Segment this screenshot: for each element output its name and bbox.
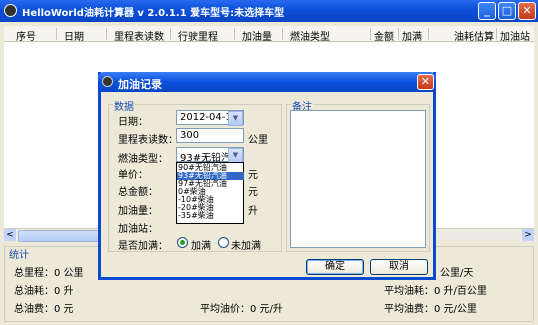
total-label: 总金额： [118, 187, 158, 198]
app-icon [4, 4, 17, 17]
minimize-button[interactable]: _ [478, 2, 496, 20]
avg-price: 平均油价：0 元/升 [200, 304, 283, 315]
chevron-down-icon[interactable]: ▼ [228, 111, 243, 126]
stats-title: 统计 [9, 250, 29, 261]
station-label: 加油站： [118, 224, 158, 235]
table-header: 序号 日期 里程表读数 行驶里程 加油量 燃油类型 金额 加满 油耗估算 加油站 [4, 26, 534, 43]
cancel-button[interactable]: 取消 [370, 259, 428, 275]
price-unit: 元 [248, 170, 258, 181]
col-fuel-type[interactable]: 燃油类型 [290, 28, 330, 43]
title-bar: HelloWorld油耗计算器 v 2.0.1.1 爱车型号:未选择车型 _ □… [0, 0, 538, 22]
date-label: 日期： [118, 117, 148, 128]
fuel-type-select[interactable]: 93#无铅汽油 ▼ [176, 147, 244, 164]
odometer-label: 里程表读数： [118, 135, 178, 146]
avg-cost: 平均油费：0 元/公里 [384, 304, 477, 315]
odometer-input[interactable]: 300 [176, 128, 244, 143]
col-distance[interactable]: 行驶里程 [178, 28, 218, 43]
fuel-type-label: 燃油类型： [118, 154, 168, 165]
dialog-title-bar: 加油记录 [98, 72, 436, 92]
fill-label: 是否加满： [118, 241, 168, 252]
dialog-close-button[interactable]: ✕ [417, 74, 434, 90]
maximize-button[interactable]: □ [498, 2, 516, 20]
dialog-icon [102, 76, 113, 87]
total-mileage: 总里程：0 公里 [14, 268, 84, 279]
col-volume[interactable]: 加油量 [242, 28, 272, 43]
fill-no-label[interactable]: 未加满 [231, 237, 261, 252]
scroll-left-icon[interactable]: < [4, 229, 16, 241]
col-estimate[interactable]: 油耗估算 [454, 28, 494, 43]
close-button[interactable]: ✕ [518, 2, 536, 20]
fill-yes-radio[interactable] [177, 237, 188, 248]
notes-textarea[interactable] [290, 110, 426, 248]
volume-unit: 升 [248, 206, 258, 217]
scroll-right-icon[interactable]: > [522, 229, 534, 241]
col-full[interactable]: 加满 [402, 28, 422, 43]
ok-button[interactable]: 确定 [306, 259, 364, 275]
fill-yes-label[interactable]: 加满 [191, 237, 211, 252]
chevron-down-icon[interactable]: ▼ [228, 148, 243, 163]
fuel-option[interactable]: -35#柴油 [177, 212, 244, 220]
date-picker[interactable]: 2012-04-16 ▼ [176, 110, 244, 126]
col-date[interactable]: 日期 [64, 28, 84, 43]
avg-consumption: 平均油耗：0 升/百公里 [384, 286, 487, 297]
volume-label: 加油量： [118, 206, 158, 217]
fuel-type-dropdown[interactable]: 90#无铅汽油 93#无铅汽油 97#无铅汽油 0#柴油 -10#柴油 -20#… [176, 162, 244, 224]
col-odometer[interactable]: 里程表读数 [114, 28, 164, 43]
total-cost: 总油费：0 元 [14, 304, 74, 315]
total-unit: 元 [248, 187, 258, 198]
col-amount[interactable]: 金额 [374, 28, 394, 43]
data-group-label: 数据 [113, 98, 135, 113]
total-fuel: 总油耗：0 升 [14, 286, 74, 297]
fill-no-radio[interactable] [218, 237, 229, 248]
price-label: 单价： [118, 170, 148, 181]
col-index[interactable]: 序号 [16, 28, 36, 43]
dialog-title: 加油记录 [118, 78, 162, 91]
per-day-unit: 公里/天 [440, 268, 474, 279]
odometer-unit: 公里 [248, 135, 268, 146]
window-title: HelloWorld油耗计算器 v 2.0.1.1 爱车型号:未选择车型 [22, 8, 285, 19]
col-station[interactable]: 加油站 [500, 28, 530, 43]
